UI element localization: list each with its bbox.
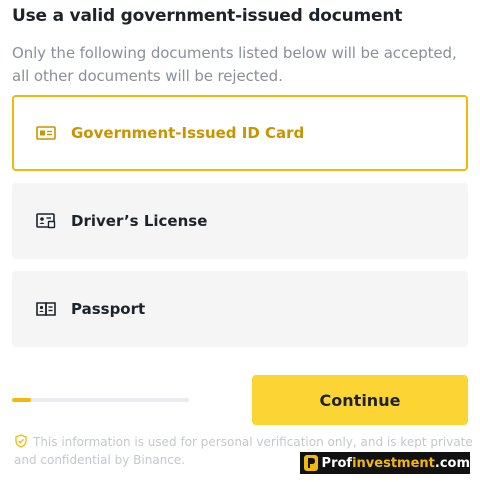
- page-title: Use a valid government-issued document: [12, 6, 403, 26]
- progress-fill: [12, 398, 32, 402]
- page-description: Only the following documents listed belo…: [12, 44, 457, 85]
- passport-icon: [35, 300, 57, 318]
- continue-button[interactable]: Continue: [252, 375, 468, 425]
- option-passport[interactable]: Passport: [12, 271, 468, 347]
- option-label: Government-Issued ID Card: [71, 124, 305, 142]
- id-card-icon: [35, 124, 57, 142]
- option-government-id-card[interactable]: Government-Issued ID Card: [12, 95, 468, 171]
- watermark-text-1: Prof: [321, 455, 353, 471]
- shield-check-icon: [14, 434, 28, 448]
- watermark-badge-icon: [304, 455, 318, 471]
- watermark-logo: Prof investment .com: [300, 452, 470, 474]
- progress-bar: [12, 398, 189, 402]
- watermark-text-2: investment: [352, 455, 435, 471]
- option-label: Driver’s License: [71, 212, 208, 230]
- option-label: Passport: [71, 300, 146, 318]
- watermark-text-3: .com: [434, 455, 470, 471]
- option-drivers-license[interactable]: Driver’s License: [12, 183, 468, 259]
- drivers-license-icon: [35, 212, 57, 230]
